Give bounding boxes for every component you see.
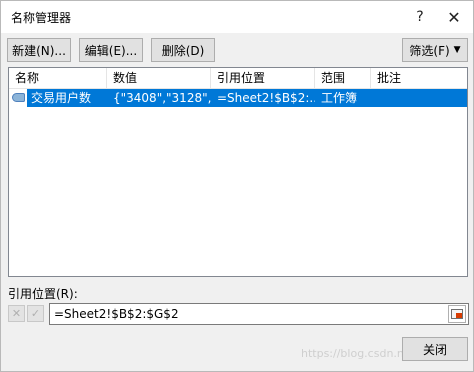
names-list[interactable]: 名称 数值 引用位置 范围 批注 交易用户数 {"3408","3128",".… [8, 67, 468, 277]
list-header: 名称 数值 引用位置 范围 批注 [9, 68, 467, 89]
row-refers-to: =Sheet2!$B$2:... [217, 91, 315, 105]
edit-button[interactable]: 编辑(E)... [79, 38, 143, 62]
list-item[interactable]: 交易用户数 {"3408","3128","... =Sheet2!$B$2:.… [9, 89, 467, 107]
refers-to-edit-controls: ✕ ✓ [8, 304, 46, 324]
row-comment [377, 89, 467, 107]
chevron-down-icon: ▼ [453, 45, 461, 55]
filter-button-label: 筛选(F) [409, 43, 450, 58]
close-button-label: 关闭 [422, 342, 447, 357]
column-header-scope[interactable]: 范围 [315, 68, 371, 89]
column-header-value[interactable]: 数值 [107, 68, 211, 89]
window-title: 名称管理器 [11, 11, 72, 25]
delete-button-label: 删除(D) [161, 43, 205, 58]
cancel-x-icon[interactable]: ✕ [8, 305, 25, 322]
new-button-label: 新建(N)... [12, 43, 66, 58]
range-select-mark [456, 313, 462, 318]
new-button[interactable]: 新建(N)... [7, 38, 71, 62]
collapse-dialog-icon[interactable] [448, 305, 466, 323]
confirm-check-icon[interactable]: ✓ [27, 305, 44, 322]
column-header-name[interactable]: 名称 [9, 68, 107, 89]
filter-button[interactable]: 筛选(F) ▼ [402, 38, 468, 62]
column-header-refers-to[interactable]: 引用位置 [211, 68, 315, 89]
name-range-icon [12, 93, 25, 102]
title-bar: 名称管理器 ? ✕ [1, 1, 473, 33]
close-window-button[interactable]: ✕ [437, 1, 471, 33]
row-scope: 工作簿 [321, 91, 358, 105]
edit-button-label: 编辑(E)... [84, 43, 138, 58]
close-button[interactable]: 关闭 [402, 337, 468, 361]
row-value: {"3408","3128","... [113, 91, 211, 105]
name-manager-dialog: 名称管理器 ? ✕ 新建(N)... 编辑(E)... 删除(D) 筛选(F) … [0, 0, 474, 372]
refers-to-label: 引用位置(R): [8, 287, 78, 301]
delete-button[interactable]: 删除(D) [151, 38, 215, 62]
refers-to-input[interactable]: =Sheet2!$B$2:$G$2 [49, 303, 469, 325]
row-name: 交易用户数 [31, 91, 92, 105]
column-header-comment[interactable]: 批注 [371, 68, 467, 89]
help-button[interactable]: ? [403, 1, 437, 33]
